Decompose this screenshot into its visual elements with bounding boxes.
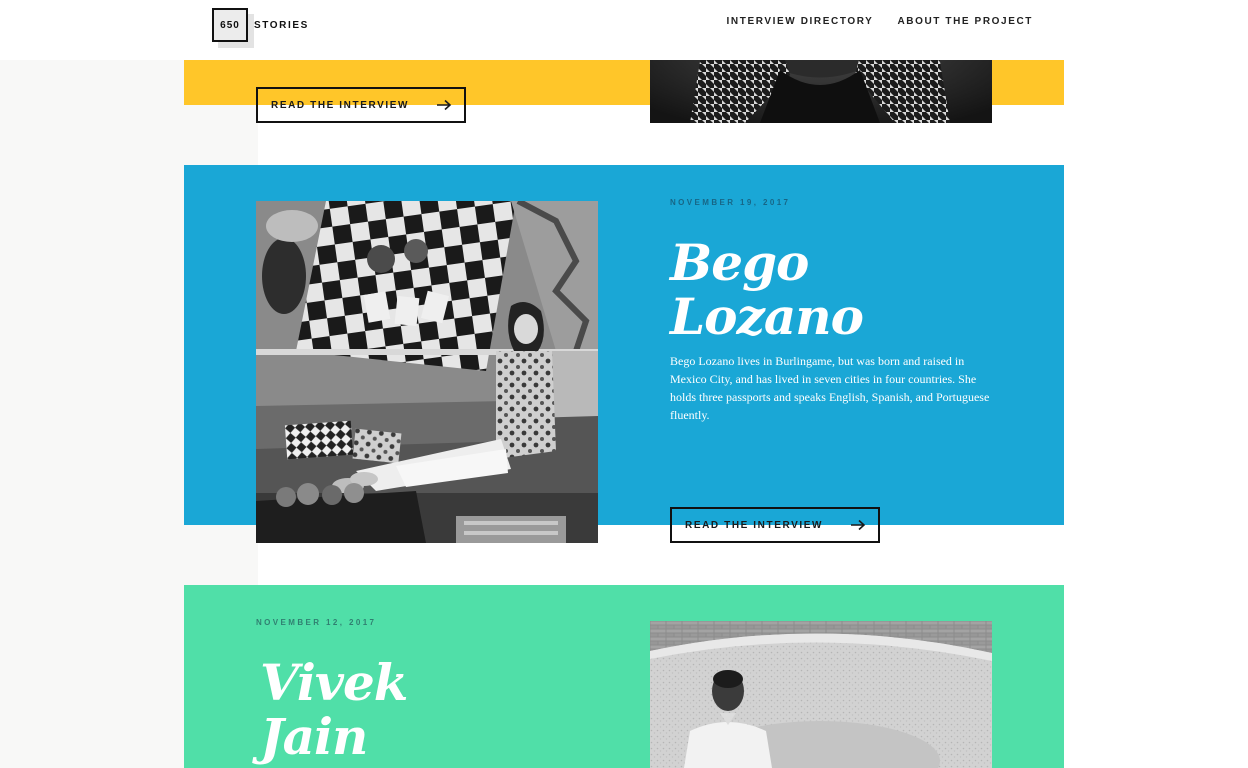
- story-3-portrait[interactable]: [650, 621, 992, 768]
- logo-number: 650: [212, 8, 248, 42]
- portrait-photo-image: [650, 621, 992, 768]
- story-2-name-line-2[interactable]: Lozano: [670, 290, 864, 344]
- story-3-name-line-1[interactable]: Vivek: [260, 656, 408, 710]
- logo-wordmark: STORIES: [254, 19, 309, 31]
- portrait-photo-image: [256, 201, 598, 543]
- nav-about-the-project[interactable]: ABOUT THE PROJECT: [897, 16, 1033, 27]
- site-logo[interactable]: 650 STORIES: [212, 8, 309, 48]
- story-1-read-interview-button[interactable]: READ THE INTERVIEW: [256, 87, 466, 123]
- story-2-read-interview-button[interactable]: READ THE INTERVIEW: [670, 507, 880, 543]
- page-right-gutter: [1064, 60, 1248, 768]
- nav-interview-directory[interactable]: INTERVIEW DIRECTORY: [727, 16, 874, 27]
- story-2-bio: Bego Lozano lives in Burlingame, but was…: [670, 354, 990, 422]
- main-nav: INTERVIEW DIRECTORY ABOUT THE PROJECT: [727, 16, 1033, 27]
- arrow-right-icon: [437, 99, 452, 111]
- read-interview-label: READ THE INTERVIEW: [685, 519, 824, 531]
- read-interview-label: READ THE INTERVIEW: [271, 99, 410, 111]
- site-header: 650 STORIES INTERVIEW DIRECTORY ABOUT TH…: [0, 0, 1248, 60]
- story-3-date: NOVEMBER 12, 2017: [256, 618, 377, 627]
- story-2-name-line-1[interactable]: Bego: [670, 236, 809, 290]
- story-3-name-line-2[interactable]: Jain: [260, 710, 368, 764]
- story-2-portrait[interactable]: [256, 201, 598, 543]
- logo-mark: 650: [212, 8, 254, 48]
- arrow-right-icon: [851, 519, 866, 531]
- story-2-date: NOVEMBER 19, 2017: [670, 198, 791, 207]
